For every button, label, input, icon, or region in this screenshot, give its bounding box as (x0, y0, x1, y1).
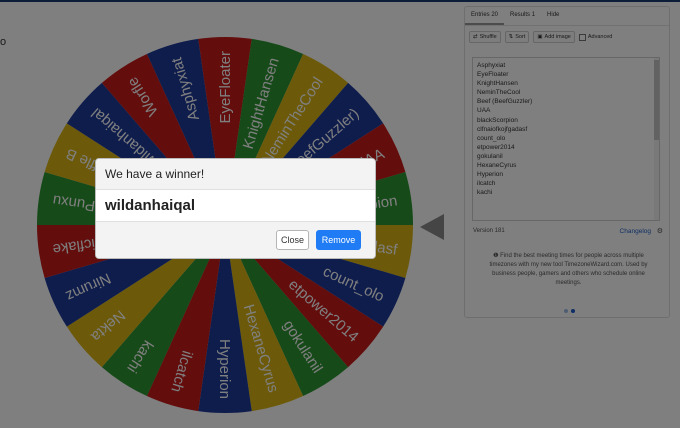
winner-dialog: We have a winner! wildanhaiqal Close Rem… (95, 158, 376, 259)
dialog-title: We have a winner! (96, 159, 375, 190)
winner-name: wildanhaiqal (105, 197, 196, 214)
dialog-footer: Close Remove (96, 221, 375, 258)
close-button[interactable]: Close (276, 230, 309, 250)
remove-button[interactable]: Remove (316, 230, 361, 250)
